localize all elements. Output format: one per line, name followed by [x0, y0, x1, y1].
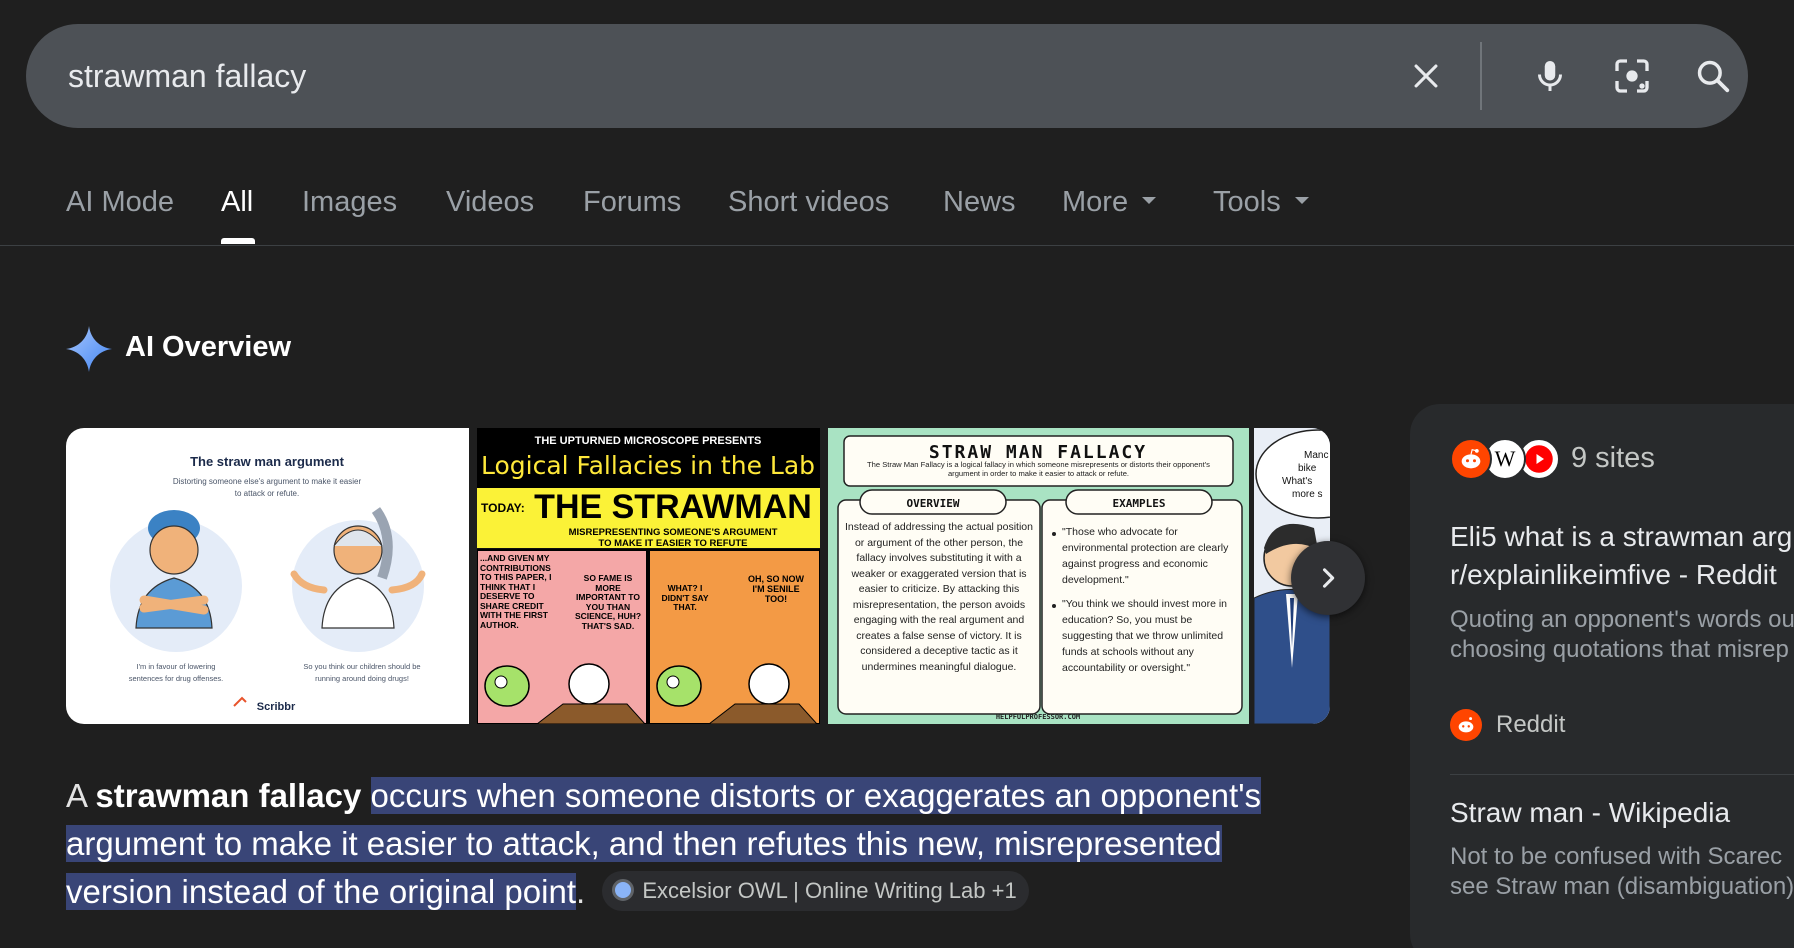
voice-search-button[interactable]: [1528, 54, 1572, 98]
chevron-down-icon: [1294, 196, 1309, 204]
scribbr-subtitle-line1: Distorting someone else's argument to ma…: [173, 477, 362, 486]
chevron-down-icon: [1142, 196, 1157, 204]
ai-overview-answer: A strawman fallacy occurs when someone d…: [66, 772, 1346, 916]
site-icons-stack[interactable]: W: [1450, 438, 1570, 482]
search-divider: [1480, 42, 1482, 110]
camera-lens-icon: [1615, 59, 1649, 93]
result-1-snippet-line2: choosing quotations that misrep: [1450, 636, 1789, 663]
infographic-example-2: "You think we should invest more in educ…: [1062, 598, 1228, 674]
infographic-footer: HELPFULPROFESSOR.COM: [996, 713, 1080, 721]
logical-fallacies-comic: THE UPTURNED MICROSCOPE PRESENTS Logical…: [477, 428, 820, 724]
result-divider: [1450, 774, 1794, 775]
search-submit-button[interactable]: [1691, 54, 1735, 98]
partial-bubble-line3: What's: [1282, 476, 1312, 487]
result-1-source-name: Reddit: [1496, 711, 1566, 738]
image-card-scribbr[interactable]: The straw man argument Distorting someon…: [66, 428, 469, 724]
scribbr-caption-right-line1: So you think our children should be: [303, 662, 420, 671]
active-tab-indicator: [221, 238, 255, 244]
comic-sub-line1: MISREPRESENTING SOMEONE'S ARGUMENT: [569, 527, 778, 538]
comic-sub-line2: TO MAKE IT EASIER TO REFUTE: [598, 538, 747, 549]
straw-man-illustration: The straw man argument Distorting someon…: [110, 454, 426, 713]
scribbr-caption-right-line2: running around doing drugs!: [315, 674, 409, 683]
owl-site-icon: [612, 879, 635, 902]
scribbr-subtitle-line2: to attack or refute.: [235, 489, 299, 498]
result-1-title-line2[interactable]: r/explainlikeimfive - Reddit: [1450, 556, 1777, 594]
straw-man-fallacy-infographic: STRAW MAN FALLACY The Straw Man Fallacy …: [837, 435, 1243, 721]
partial-bubble-line1: Manc: [1304, 450, 1328, 461]
answer-highlight-line2: argument to make it easier to attack, an…: [66, 825, 1222, 862]
source-chip[interactable]: Excelsior OWL | Online Writing Lab +1: [602, 871, 1029, 912]
source-chip-label: Excelsior OWL | Online Writing Lab +1: [642, 878, 1017, 904]
comic-bubble-3: WHAT? I DIDN'T SAY THAT.: [661, 584, 709, 612]
tab-images[interactable]: Images: [302, 186, 397, 219]
image-card-comic[interactable]: THE UPTURNED MICROSCOPE PRESENTS Logical…: [477, 428, 820, 724]
answer-period: .: [576, 873, 586, 910]
tab-forums[interactable]: Forums: [583, 186, 681, 219]
tab-all[interactable]: All: [221, 186, 253, 219]
infographic-title: STRAW MAN FALLACY: [929, 442, 1147, 463]
comic-bubble-4: OH, SO NOW I'M SENILE TOO!: [748, 574, 804, 604]
result-1-snippet-line1: Quoting an opponent's words ou: [1450, 606, 1794, 633]
microphone-icon: [1538, 61, 1562, 91]
comic-headline: THE STRAWMAN: [534, 488, 812, 526]
image-card-infographic[interactable]: STRAW MAN FALLACY The Straw Man Fallacy …: [828, 428, 1249, 724]
scribbr-title: The straw man argument: [190, 454, 345, 469]
infographic-examples-heading: EXAMPLES: [1113, 497, 1166, 510]
tab-short-videos[interactable]: Short videos: [728, 186, 889, 219]
comic-kicker: THE UPTURNED MICROSCOPE PRESENTS: [535, 435, 762, 447]
infographic-definition: The Straw Man Fallacy is a logical falla…: [867, 461, 1210, 478]
reddit-icon: [1450, 438, 1492, 480]
tab-videos[interactable]: Videos: [446, 186, 534, 219]
ai-overview-title: AI Overview: [125, 331, 292, 363]
scribbr-caption-left-line1: I'm in favour of lowering: [137, 662, 216, 671]
tab-more[interactable]: More: [1062, 186, 1157, 219]
answer-highlight-line3: version instead of the original point: [66, 873, 576, 910]
chevron-right-icon: [1322, 568, 1335, 588]
infographic-overview-heading: OVERVIEW: [907, 497, 960, 510]
tab-tools[interactable]: Tools: [1213, 186, 1309, 219]
comic-today: TODAY:: [481, 501, 525, 515]
sources-panel: W 9 sites Eli5 what is a strawman arg r/…: [1410, 404, 1794, 948]
answer-highlight-line1: occurs when someone distorts or exaggera…: [370, 777, 1262, 814]
tab-ai-mode[interactable]: AI Mode: [66, 186, 174, 219]
result-2-snippet-line2: see Straw man (disambiguation): [1450, 873, 1794, 900]
comic-title: Logical Fallacies in the Lab: [481, 451, 815, 480]
partial-bubble-line4: more s: [1292, 489, 1323, 500]
search-bar[interactable]: strawman fallacy: [26, 24, 1748, 128]
answer-term: strawman fallacy: [95, 777, 362, 814]
result-1-title-line1[interactable]: Eli5 what is a strawman arg: [1450, 518, 1792, 556]
search-tabs: AI Mode All Images Videos Forums Short v…: [0, 170, 1794, 246]
sites-count[interactable]: 9 sites: [1571, 442, 1655, 475]
comic-bubble-2: SO FAME IS MORE IMPORTANT TO YOU THAN SC…: [574, 574, 642, 631]
result-2-title[interactable]: Straw man - Wikipedia: [1450, 794, 1730, 832]
close-icon: [1414, 64, 1438, 88]
infographic-overview-text: Instead of addressing the actual positio…: [845, 521, 1033, 673]
clear-button[interactable]: [1404, 54, 1448, 98]
result-2-snippet-line1: Not to be confused with Scarec: [1450, 843, 1783, 870]
result-1-source[interactable]: Reddit: [1450, 708, 1565, 742]
partial-bubble-line2: bike: [1298, 463, 1317, 474]
ai-sparkle-icon: [66, 326, 112, 372]
search-icon: [1697, 60, 1730, 93]
scribbr-logo: Scribbr: [257, 701, 296, 713]
scribbr-caption-left-line2: sentences for drug offenses.: [129, 674, 224, 683]
infographic-example-1: "Those who advocate for environmental pr…: [1062, 526, 1229, 586]
ai-overview-image-strip: The straw man argument Distorting someon…: [66, 428, 1330, 724]
reddit-icon: [1450, 709, 1482, 741]
image-carousel-next-button[interactable]: [1291, 541, 1365, 615]
answer-prefix: A: [66, 777, 96, 814]
comic-bubble-1: ...AND GIVEN MY CONTRIBUTIONS TO THIS PA…: [480, 554, 552, 630]
lens-search-button[interactable]: [1610, 54, 1654, 98]
tab-news[interactable]: News: [943, 186, 1016, 219]
search-input[interactable]: strawman fallacy: [68, 24, 306, 128]
